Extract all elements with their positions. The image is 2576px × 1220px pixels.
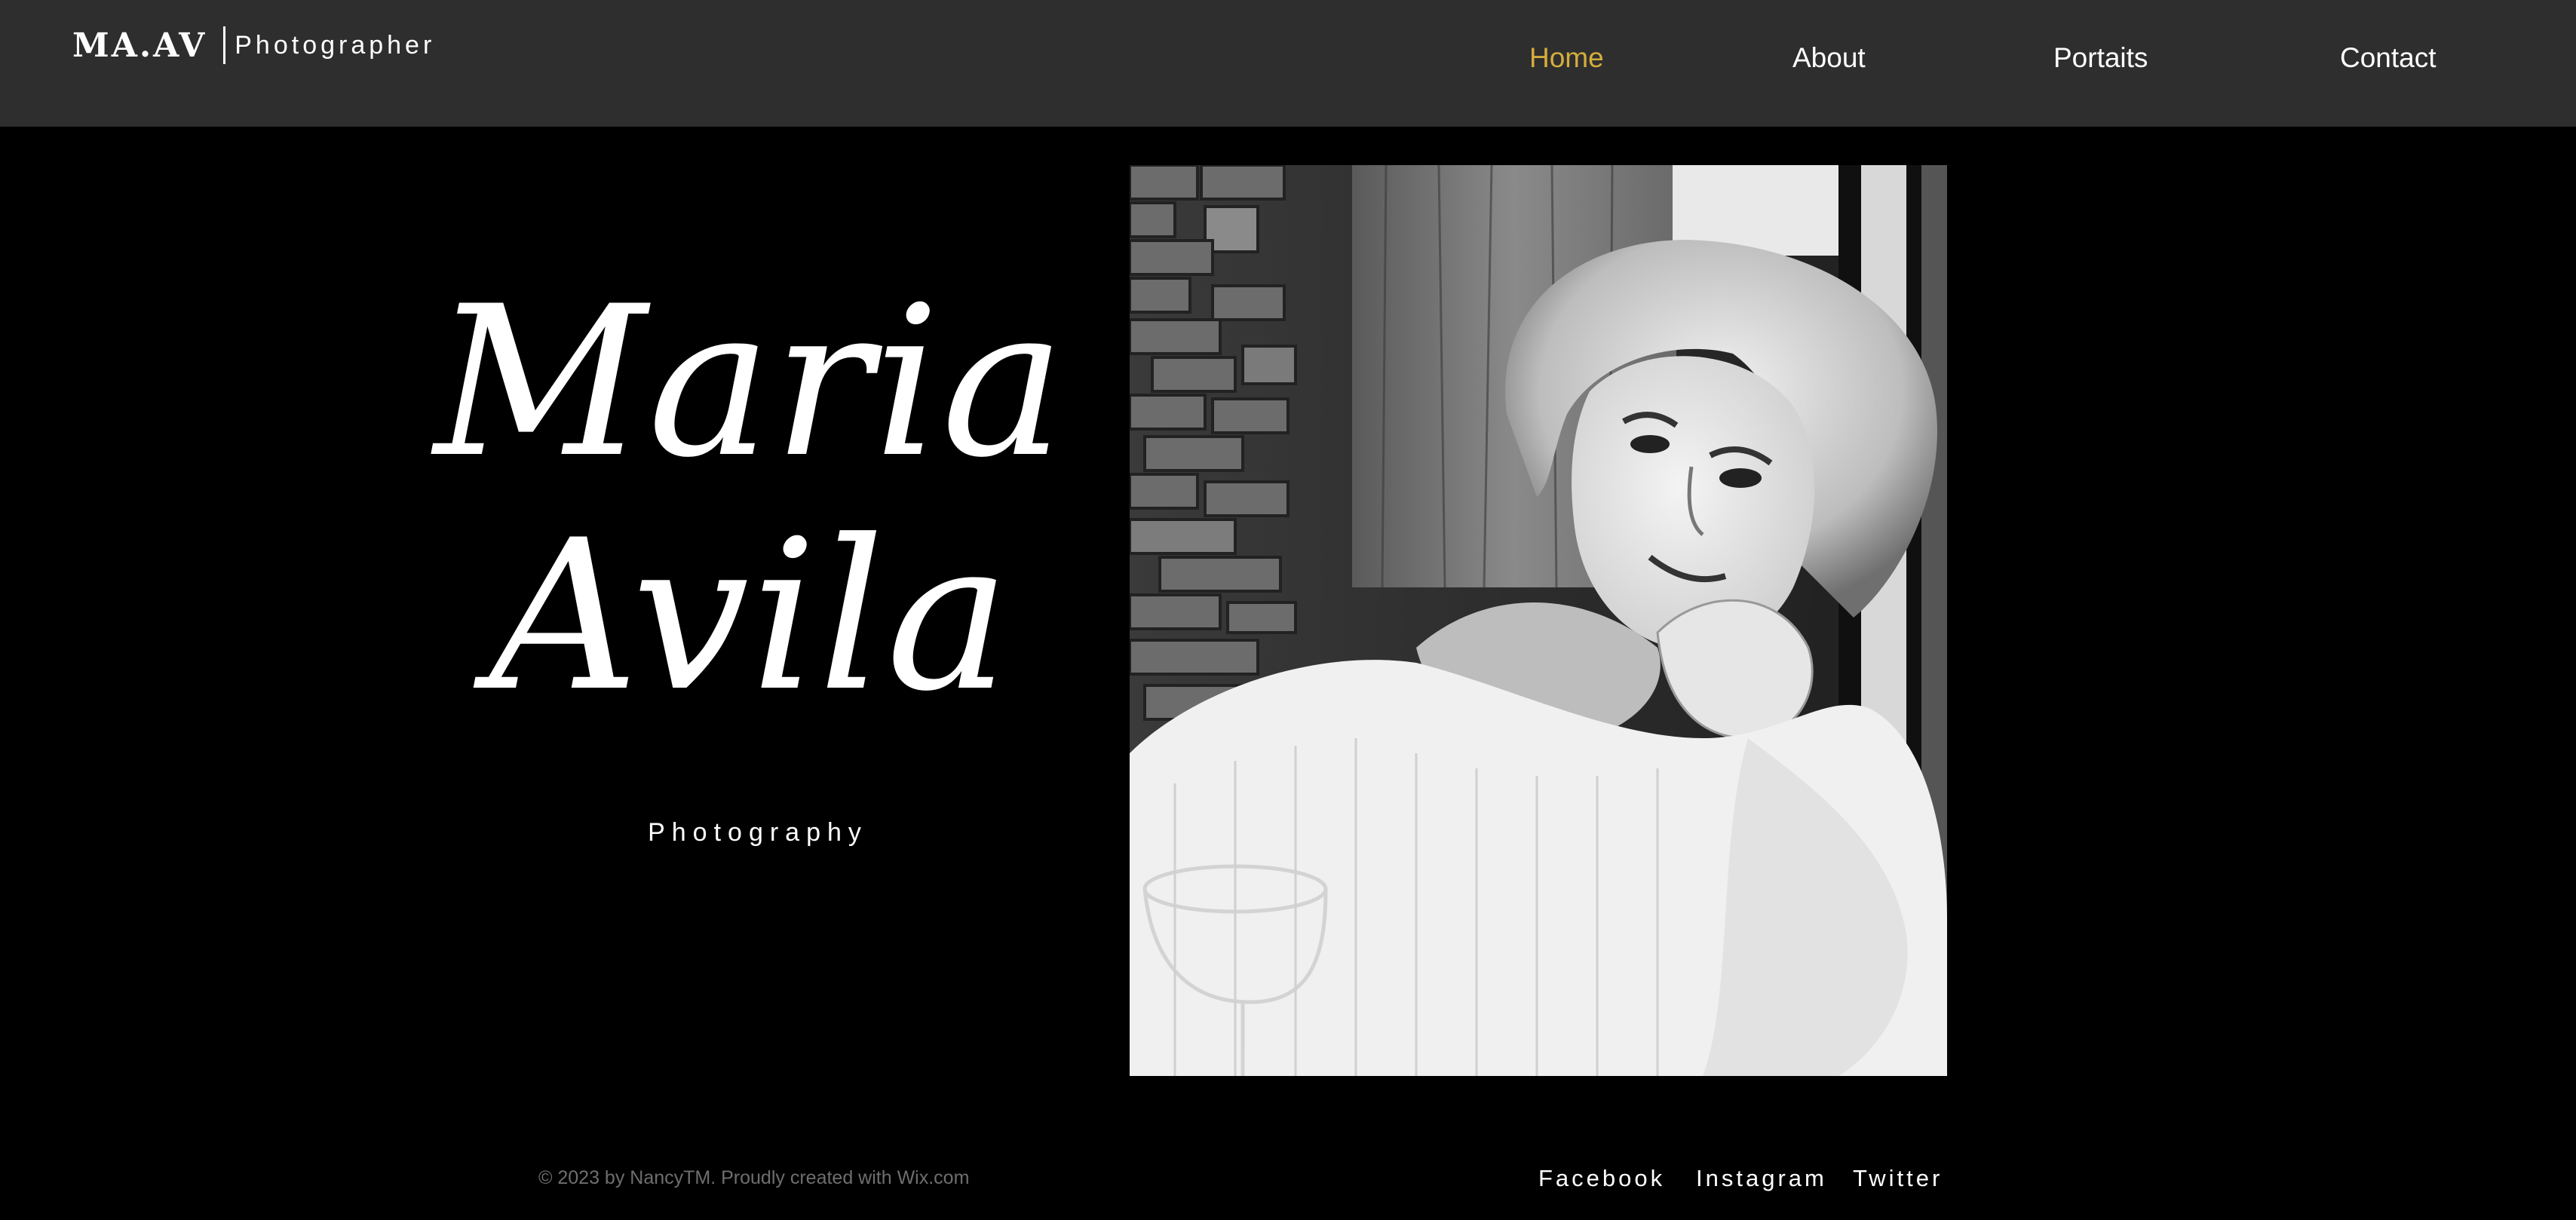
portrait-photo-icon xyxy=(1130,165,1947,1076)
social-link-instagram[interactable]: Instagram xyxy=(1696,1165,1827,1192)
hero-first-name: Maria xyxy=(434,262,1067,503)
portrait-photo xyxy=(1130,165,1947,1076)
footer-copyright: © 2023 by NancyTM. Proudly created with … xyxy=(538,1167,970,1188)
hero-subtitle: Photography xyxy=(648,818,868,847)
nav-item-portaits[interactable]: Portaits xyxy=(2053,42,2148,74)
main-nav: Home About Portaits Contact xyxy=(0,0,2576,127)
nav-item-contact[interactable]: Contact xyxy=(2340,42,2436,74)
site-header: MA.AV Photographer Home About Portaits C… xyxy=(0,0,2576,127)
nav-item-home[interactable]: Home xyxy=(1529,42,1604,74)
nav-item-about[interactable]: About xyxy=(1792,42,1866,74)
social-link-facebook[interactable]: Facebook xyxy=(1538,1165,1665,1192)
hero-last-name: Avila xyxy=(489,495,1012,737)
social-link-twitter[interactable]: Twitter xyxy=(1853,1165,1943,1192)
